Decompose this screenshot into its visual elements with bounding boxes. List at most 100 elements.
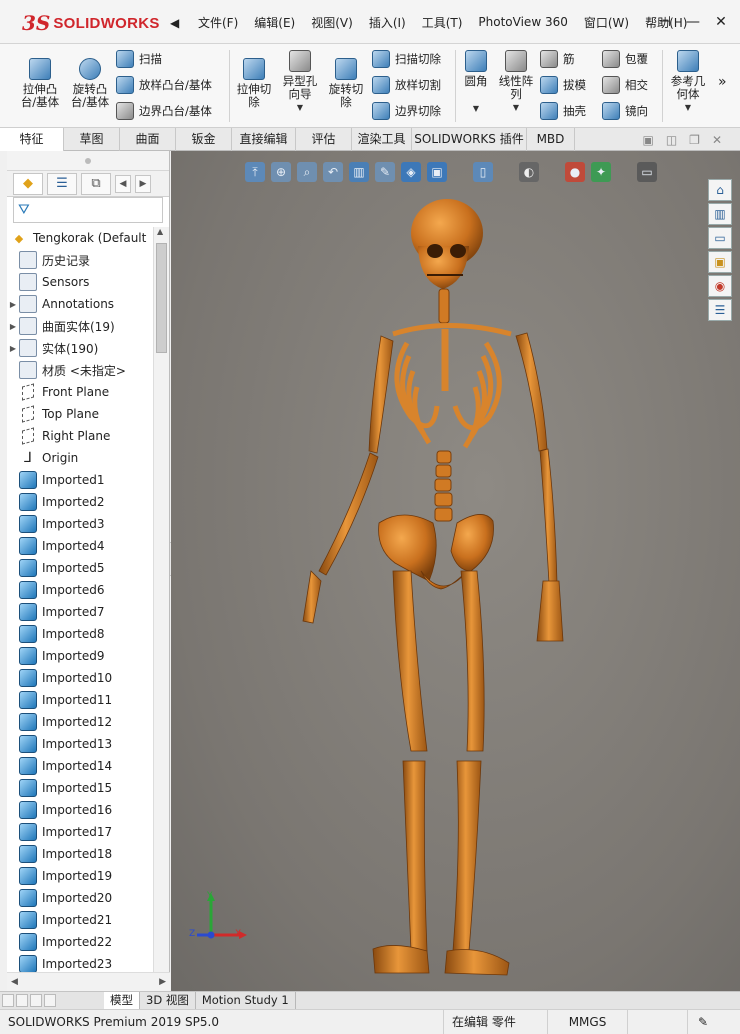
intersect-button[interactable]: 相交 — [602, 76, 648, 94]
tree-item[interactable]: Imported1 — [7, 469, 154, 491]
expand-arrow-icon[interactable]: ▶ — [7, 322, 19, 331]
status-config-icon[interactable]: ✎ — [688, 1015, 718, 1029]
tree-item[interactable]: Imported16 — [7, 799, 154, 821]
tree-item[interactable]: Imported13 — [7, 733, 154, 755]
tree-item[interactable]: ▶ Annotations — [7, 293, 154, 315]
tree-item[interactable]: Imported23 — [7, 953, 154, 972]
close-document-icon[interactable]: ✕ — [712, 133, 722, 147]
menu-file[interactable]: 文件(F) — [190, 14, 246, 31]
extrude-cut-button[interactable]: 拉伸切 除 — [232, 58, 276, 109]
tab-first-icon[interactable] — [2, 994, 14, 1007]
tree-item[interactable]: Right Plane — [7, 425, 154, 447]
tree-item[interactable]: Imported17 — [7, 821, 154, 843]
tab-prev-icon[interactable] — [16, 994, 28, 1007]
tile-window-icon[interactable]: ▣ — [642, 133, 653, 147]
panel-handle[interactable] — [7, 151, 169, 171]
solidworks-logo[interactable]: 3S SOLIDWORKS — [22, 10, 160, 36]
tree-vertical-scrollbar[interactable]: ▲ — [153, 227, 169, 972]
tab-solidworks-addins[interactable]: SOLIDWORKS 插件 — [412, 128, 527, 151]
skeleton-model[interactable] — [171, 151, 740, 991]
tree-item[interactable]: Imported22 — [7, 931, 154, 953]
menu-collapse-arrow-icon[interactable]: ◀ — [170, 16, 179, 30]
tab-sheet-metal[interactable]: 钣金 — [176, 128, 232, 151]
mirror-button[interactable]: 镜向 — [602, 102, 648, 120]
pin-menu-icon[interactable]: ⊣ — [650, 0, 680, 44]
reference-geometry-dropdown-icon[interactable]: ▼ — [685, 101, 691, 114]
tab-model[interactable]: 模型 — [104, 992, 140, 1009]
menu-view[interactable]: 视图(V) — [303, 14, 361, 31]
extrude-boss-button[interactable]: 拉伸凸 台/基体 — [18, 58, 62, 109]
boundary-boss-button[interactable]: 边界凸台/基体 — [116, 102, 212, 120]
tab-sketch[interactable]: 草图 — [64, 128, 120, 151]
tree-filter-input[interactable]: ⛛ — [13, 197, 163, 223]
wrap-button[interactable]: 包覆 — [602, 50, 648, 68]
close-button[interactable]: ✕ — [706, 0, 736, 44]
tree-item[interactable]: Sensors — [7, 271, 154, 293]
tab-features[interactable]: 特征 — [0, 128, 64, 151]
menu-tools[interactable]: 工具(T) — [414, 14, 471, 31]
tabs-scroll-right-icon[interactable]: ▶ — [135, 174, 151, 193]
scroll-up-icon[interactable]: ▲ — [157, 227, 163, 236]
tab-render-tools[interactable]: 渲染工具 — [352, 128, 412, 151]
status-units[interactable]: MMGS — [548, 1009, 628, 1034]
tab-motion-study[interactable]: Motion Study 1 — [196, 992, 296, 1009]
tree-item[interactable]: Imported3 — [7, 513, 154, 535]
tree-item[interactable]: Imported14 — [7, 755, 154, 777]
scroll-thumb[interactable] — [156, 243, 167, 353]
menu-edit[interactable]: 编辑(E) — [246, 14, 303, 31]
tree-item[interactable]: Imported9 — [7, 645, 154, 667]
menu-window[interactable]: 窗口(W) — [576, 14, 637, 31]
tree-item[interactable]: Top Plane — [7, 403, 154, 425]
tab-evaluate[interactable]: 评估 — [296, 128, 352, 151]
tab-next-icon[interactable] — [30, 994, 42, 1007]
tree-item[interactable]: Front Plane — [7, 381, 154, 403]
tree-item[interactable]: Imported2 — [7, 491, 154, 513]
graphics-area[interactable]: ⤒ ⊕ ⌕ ↶ ▥ ✎ ◈ ▣ ▯ ◐ ● ✦ ▭ ⌂ ▥ ▭ ▣ ◉ ☰ Y … — [171, 151, 740, 991]
tree-item[interactable]: ▶ 曲面实体(19) — [7, 315, 154, 337]
reference-geometry-button[interactable]: 参考几 何体 ▼ — [666, 50, 710, 114]
tree-item[interactable]: Imported20 — [7, 887, 154, 909]
restore-window-icon[interactable]: ❐ — [689, 133, 700, 147]
property-manager-tab-icon[interactable]: ☰ — [47, 172, 77, 195]
ribbon-more-icon[interactable]: » — [718, 74, 727, 90]
menu-photoview[interactable]: PhotoView 360 — [470, 15, 575, 29]
tree-item[interactable]: 历史记录 — [7, 249, 154, 271]
tree-item[interactable]: Imported4 — [7, 535, 154, 557]
boundary-cut-button[interactable]: 边界切除 — [372, 102, 441, 120]
hole-wizard-dropdown-icon[interactable]: ▼ — [297, 101, 303, 114]
tree-item[interactable]: Imported12 — [7, 711, 154, 733]
fillet-button[interactable]: 圆角 ▼ — [458, 50, 494, 115]
lofted-cut-button[interactable]: 放样切割 — [372, 76, 441, 94]
tree-item[interactable]: Imported6 — [7, 579, 154, 601]
tree-item[interactable]: Imported18 — [7, 843, 154, 865]
tree-item[interactable]: ▶ 实体(190) — [7, 337, 154, 359]
tree-item[interactable]: Imported10 — [7, 667, 154, 689]
tree-item[interactable]: Imported15 — [7, 777, 154, 799]
linear-pattern-dropdown-icon[interactable]: ▼ — [513, 101, 519, 114]
tree-horizontal-scrollbar[interactable]: ◀ ▶ — [7, 972, 170, 991]
minimize-button[interactable]: — — [678, 0, 708, 44]
loft-boss-button[interactable]: 放样凸台/基体 — [116, 76, 212, 94]
tree-item[interactable]: Imported7 — [7, 601, 154, 623]
fillet-dropdown-icon[interactable]: ▼ — [473, 102, 479, 115]
tree-item[interactable]: 材质 <未指定> — [7, 359, 154, 381]
feature-tree-tab-icon[interactable]: ◆ — [13, 172, 43, 195]
revolve-cut-button[interactable]: 旋转切 除 — [324, 58, 368, 109]
tab-surfaces[interactable]: 曲面 — [120, 128, 176, 151]
scroll-right-icon[interactable]: ▶ — [159, 977, 166, 987]
expand-arrow-icon[interactable]: ▶ — [7, 344, 19, 353]
revolve-boss-button[interactable]: 旋转凸 台/基体 — [68, 58, 112, 109]
tree-item[interactable]: Imported19 — [7, 865, 154, 887]
tree-item[interactable]: Imported5 — [7, 557, 154, 579]
tab-last-icon[interactable] — [44, 994, 56, 1007]
tree-item[interactable]: Imported21 — [7, 909, 154, 931]
tab-direct-editing[interactable]: 直接编辑 — [232, 128, 296, 151]
rib-button[interactable]: 筋 — [540, 50, 575, 68]
draft-button[interactable]: 拔模 — [540, 76, 586, 94]
tree-item[interactable]: Imported11 — [7, 689, 154, 711]
shell-button[interactable]: 抽壳 — [540, 102, 586, 120]
swept-cut-button[interactable]: 扫描切除 — [372, 50, 441, 68]
tab-3d-view[interactable]: 3D 视图 — [140, 992, 196, 1009]
linear-pattern-button[interactable]: 线性阵 列 ▼ — [494, 50, 538, 114]
tree-root-part[interactable]: ◆ Tengkorak (Default — [7, 227, 154, 249]
